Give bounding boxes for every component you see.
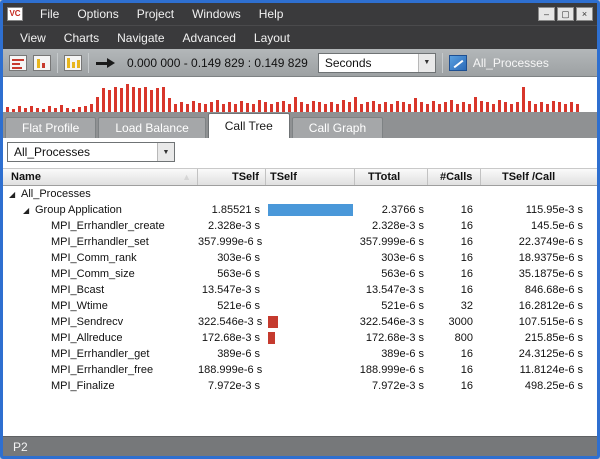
close-button[interactable]: × [576,7,593,21]
column-header-tself[interactable]: TSelf [198,169,266,185]
function-name: MPI_Comm_rank [51,252,137,264]
function-name: MPI_Finalize [51,380,115,392]
toolbar-separator [442,53,443,73]
function-summary-icon[interactable] [64,55,82,71]
menu-bar: View Charts Navigate Advanced Layout [3,25,597,49]
flat-profile-icon[interactable] [9,55,27,71]
process-select[interactable]: All_Processes ▼ [7,142,175,162]
title-bar: VC File Options Project Windows Help – ▢… [3,3,597,25]
timeline-histogram[interactable] [3,77,597,113]
menu-help[interactable]: Help [250,5,293,23]
tab-strip: Flat Profile Load Balance Call Tree Call… [3,113,597,138]
app-icon: VC [7,7,23,21]
chevron-down-icon[interactable]: ▼ [157,143,174,161]
menu-navigate[interactable]: Navigate [108,29,173,47]
status-bar: P2 [3,436,597,456]
tself-bar [268,332,275,344]
tab-flat-profile[interactable]: Flat Profile [5,117,96,138]
call-tree-table: Name ▲ TSelf TSelf TTotal #Calls TSelf /… [3,168,597,394]
maximize-button[interactable]: ▢ [557,7,574,21]
menu-options[interactable]: Options [68,5,127,23]
minimize-button[interactable]: – [538,7,555,21]
zoom-apply-icon[interactable] [95,55,117,71]
table-row[interactable]: MPI_Sendrecv 322.546e-3 s 322.546e-3 s 3… [3,314,597,330]
table-row[interactable]: MPI_Allreduce 172.68e-3 s 172.68e-3 s 80… [3,330,597,346]
function-name: MPI_Errhandler_create [51,220,165,232]
function-name: MPI_Errhandler_set [51,236,149,248]
column-header-tself-call[interactable]: TSelf /Call [481,169,595,185]
time-unit-value: Seconds [319,56,418,70]
menu-view[interactable]: View [11,29,55,47]
toolbar-separator [57,53,58,73]
process-select-value: All_Processes [8,145,157,159]
sort-ascending-icon: ▲ [182,172,191,182]
function-name: MPI_Sendrecv [51,316,123,328]
function-name: All_Processes [21,188,91,200]
tself-bar [268,204,353,216]
function-name: MPI_Allreduce [51,332,123,344]
table-row[interactable]: MPI_Errhandler_get 389e-6 s 389e-6 s 16 … [3,346,597,362]
menu-file[interactable]: File [31,5,68,23]
context-info-icon[interactable] [33,55,51,71]
table-row[interactable]: MPI_Errhandler_create 2.328e-3 s 2.328e-… [3,218,597,234]
toolbar: 0.000 000 - 0.149 829 : 0.149 829 Second… [3,49,597,77]
function-name: MPI_Bcast [51,284,104,296]
table-row[interactable]: ◢Group Application 1.85521 s 2.3766 s 16… [3,202,597,218]
function-name: MPI_Errhandler_get [51,348,149,360]
app-window: VC File Options Project Windows Help – ▢… [0,0,600,459]
function-name: MPI_Errhandler_free [51,364,153,376]
table-row[interactable]: MPI_Errhandler_free 188.999e-6 s 188.999… [3,362,597,378]
function-name: MPI_Wtime [51,300,108,312]
table-row[interactable]: MPI_Finalize 7.972e-3 s 7.972e-3 s 16 49… [3,378,597,394]
column-header-tself-bar[interactable]: TSelf [266,169,355,185]
function-name: MPI_Comm_size [51,268,135,280]
status-process-label: P2 [13,440,28,454]
chevron-down-icon[interactable]: ▼ [418,54,435,72]
table-row[interactable]: MPI_Bcast 13.547e-3 s 13.547e-3 s 16 846… [3,282,597,298]
column-header-calls[interactable]: #Calls [428,169,481,185]
menu-project[interactable]: Project [128,5,183,23]
menu-advanced[interactable]: Advanced [174,29,245,47]
column-header-name[interactable]: Name ▲ [3,169,198,185]
tab-load-balance[interactable]: Load Balance [98,117,205,138]
menu-windows[interactable]: Windows [183,5,250,23]
tab-call-tree[interactable]: Call Tree [208,113,290,138]
expander-icon[interactable]: ◢ [23,206,35,215]
table-row[interactable]: MPI_Comm_size 563e-6 s 563e-6 s 16 35.18… [3,266,597,282]
expander-icon[interactable]: ◢ [9,190,21,199]
table-row[interactable]: MPI_Errhandler_set 357.999e-6 s 357.999e… [3,234,597,250]
process-scope-label: All_Processes [473,56,549,70]
time-range-display: 0.000 000 - 0.149 829 : 0.149 829 [123,56,312,70]
function-name: Group Application [35,204,122,216]
toolbar-separator [88,53,89,73]
table-row[interactable]: ◢All_Processes [3,186,597,202]
table-row[interactable]: MPI_Wtime 521e-6 s 521e-6 s 32 16.2812e-… [3,298,597,314]
tab-call-graph[interactable]: Call Graph [292,117,383,138]
table-header-row: Name ▲ TSelf TSelf TTotal #Calls TSelf /… [3,168,597,186]
call-tree-panel: All_Processes ▼ Name ▲ TSelf TSelf TTota… [3,138,597,417]
tself-bar [268,316,278,328]
time-unit-select[interactable]: Seconds ▼ [318,53,436,73]
column-header-ttotal[interactable]: TTotal [355,169,428,185]
menu-charts[interactable]: Charts [55,29,108,47]
menu-layout[interactable]: Layout [245,29,299,47]
process-filter-icon[interactable] [449,55,467,71]
table-row[interactable]: MPI_Comm_rank 303e-6 s 303e-6 s 16 18.93… [3,250,597,266]
